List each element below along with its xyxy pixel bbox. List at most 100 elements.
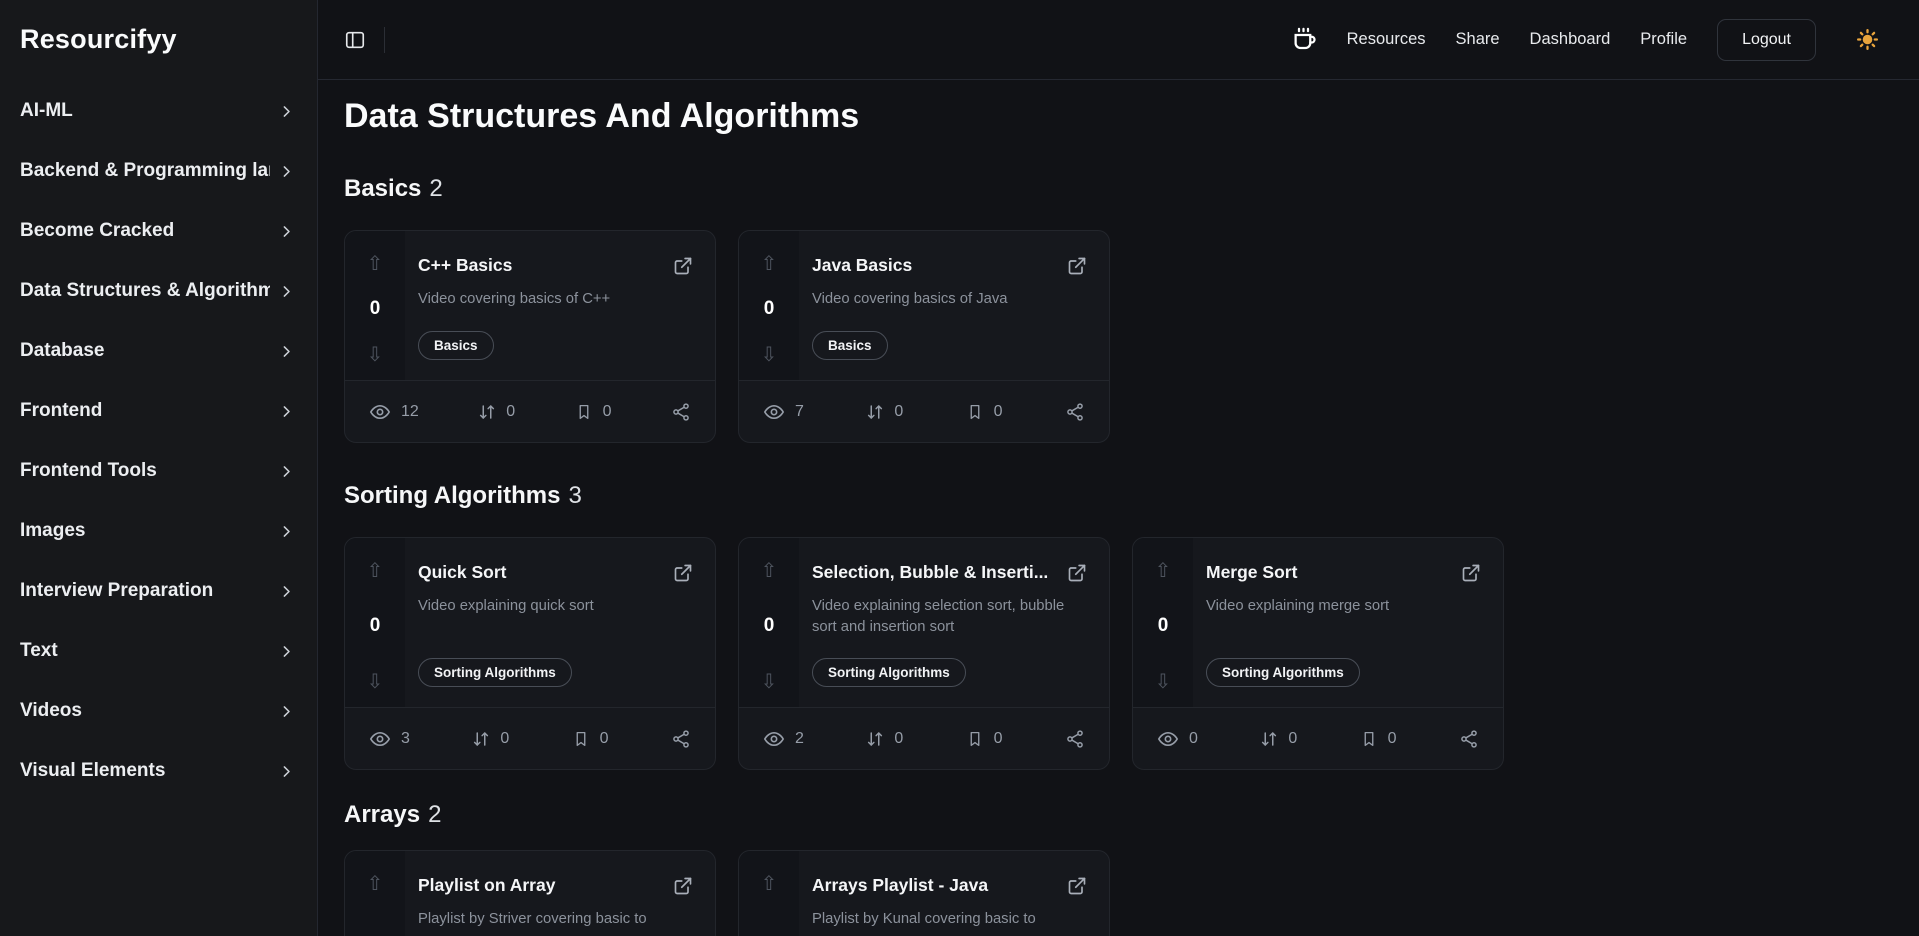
card-footer: 2 0 0 [739,707,1109,769]
bookmark-stat[interactable]: 0 [572,730,609,748]
app-title: Resourcifyy [20,24,295,55]
external-link-icon[interactable] [1067,563,1087,583]
external-link-icon[interactable] [673,563,693,583]
card-grid: ⇧ 0 ⇩ Playlist on Array Playlist by Stri… [344,850,1893,936]
sidebar-item-interview-preparation[interactable]: Interview Preparation [20,561,295,621]
share-icon[interactable] [1459,729,1479,749]
card-description: Playlist by Kunal covering basic to [812,909,1087,936]
upvote-icon[interactable]: ⇧ [761,560,778,580]
sidebar-item-videos[interactable]: Videos [20,681,295,741]
up-down-arrows-icon [472,730,490,748]
card-title[interactable]: Quick Sort [418,562,663,583]
chevron-right-icon [278,223,295,240]
card-description: Video explaining quick sort [418,596,693,658]
category-badge[interactable]: Sorting Algorithms [1206,658,1360,687]
share-icon[interactable] [1065,402,1085,422]
card-title[interactable]: Java Basics [812,255,1057,276]
resource-card: ⇧ 0 ⇩ Java Basics Video covering basics … [738,230,1110,443]
vote-column: ⇧ 0 ⇩ [345,851,405,936]
nav-link-profile[interactable]: Profile [1640,30,1687,49]
bookmark-stat[interactable]: 0 [966,730,1003,748]
sidebar-item-label: Become Cracked [20,220,174,242]
vote-column: ⇧ 0 ⇩ [345,231,405,380]
bookmark-icon [575,403,593,421]
upvote-icon[interactable]: ⇧ [761,253,778,273]
bookmark-count: 0 [1388,730,1397,748]
theme-toggle-button[interactable] [1856,28,1879,51]
vote-column: ⇧ 0 ⇩ [739,538,799,707]
topbar-nav: Resources Share Dashboard Profile Logout [1290,19,1879,61]
category-badge[interactable]: Sorting Algorithms [812,658,966,687]
external-link-icon[interactable] [1461,563,1481,583]
nav-link-share[interactable]: Share [1456,30,1500,49]
votes-total: 0 [1288,730,1297,748]
upvote-icon[interactable]: ⇧ [1155,560,1172,580]
external-link-icon[interactable] [673,876,693,896]
upvote-icon[interactable]: ⇧ [367,253,384,273]
bookmark-stat[interactable]: 0 [966,403,1003,421]
downvote-icon[interactable]: ⇩ [367,344,384,364]
buy-coffee-button[interactable] [1290,26,1317,53]
sidebar-item-frontend[interactable]: Frontend [20,381,295,441]
bookmark-stat[interactable]: 0 [1360,730,1397,748]
sidebar-item-label: Frontend Tools [20,460,157,482]
downvote-icon[interactable]: ⇩ [1155,671,1172,691]
sidebar-toggle-button[interactable] [344,29,366,51]
sidebar-item-label: Backend & Programming lan... [20,160,270,182]
upvote-icon[interactable]: ⇧ [367,873,384,893]
downvote-icon[interactable]: ⇩ [367,671,384,691]
bookmark-count: 0 [603,403,612,421]
section-count: 2 [429,175,442,202]
views-stat: 0 [1157,728,1198,750]
up-down-arrows-icon [866,403,884,421]
eye-icon [369,401,391,423]
logout-button[interactable]: Logout [1717,19,1816,61]
sidebar-item-images[interactable]: Images [20,501,295,561]
chevron-right-icon [278,643,295,660]
category-badge[interactable]: Sorting Algorithms [418,658,572,687]
share-icon[interactable] [671,402,691,422]
downvote-icon[interactable]: ⇩ [761,344,778,364]
sidebar-item-backend-programming[interactable]: Backend & Programming lan... [20,141,295,201]
sidebar-item-ai-ml[interactable]: AI-ML [20,81,295,141]
bookmark-icon [966,730,984,748]
card-title[interactable]: Playlist on Array [418,875,663,896]
sidebar-item-become-cracked[interactable]: Become Cracked [20,201,295,261]
sidebar-item-frontend-tools[interactable]: Frontend Tools [20,441,295,501]
upvote-icon[interactable]: ⇧ [367,560,384,580]
vote-column: ⇧ 0 ⇩ [345,538,405,707]
nav-link-dashboard[interactable]: Dashboard [1530,30,1611,49]
sidebar-item-data-structures-algorithms[interactable]: Data Structures & Algorithms [20,261,295,321]
share-icon[interactable] [671,729,691,749]
card-description: Video explaining merge sort [1206,596,1481,658]
sidebar-item-database[interactable]: Database [20,321,295,381]
share-icon[interactable] [1065,729,1085,749]
external-link-icon[interactable] [1067,256,1087,276]
nav-link-resources[interactable]: Resources [1347,30,1426,49]
vote-column: ⇧ 0 ⇩ [739,851,799,936]
bookmark-icon [1360,730,1378,748]
bookmark-stat[interactable]: 0 [575,403,612,421]
section-name: Arrays [344,801,420,828]
votes-stat: 0 [1260,730,1297,748]
sidebar-item-text[interactable]: Text [20,621,295,681]
external-link-icon[interactable] [1067,876,1087,896]
sidebar-item-visual-elements[interactable]: Visual Elements [20,741,295,801]
category-badge[interactable]: Basics [812,331,888,360]
card-title[interactable]: Selection, Bubble & Inserti... [812,562,1057,583]
sidebar-item-label: Data Structures & Algorithms [20,280,270,302]
sidebar-item-label: Images [20,520,85,542]
card-title[interactable]: C++ Basics [418,255,663,276]
votes-stat: 0 [472,730,509,748]
card-title[interactable]: Merge Sort [1206,562,1451,583]
bookmark-count: 0 [600,730,609,748]
external-link-icon[interactable] [673,256,693,276]
upvote-icon[interactable]: ⇧ [761,873,778,893]
chevron-right-icon [278,343,295,360]
card-title[interactable]: Arrays Playlist - Java [812,875,1057,896]
category-badge[interactable]: Basics [418,331,494,360]
section-name: Sorting Algorithms [344,482,560,509]
downvote-icon[interactable]: ⇩ [761,671,778,691]
sidebar: Resourcifyy AI-ML Backend & Programming … [0,0,318,936]
bookmark-icon [966,403,984,421]
